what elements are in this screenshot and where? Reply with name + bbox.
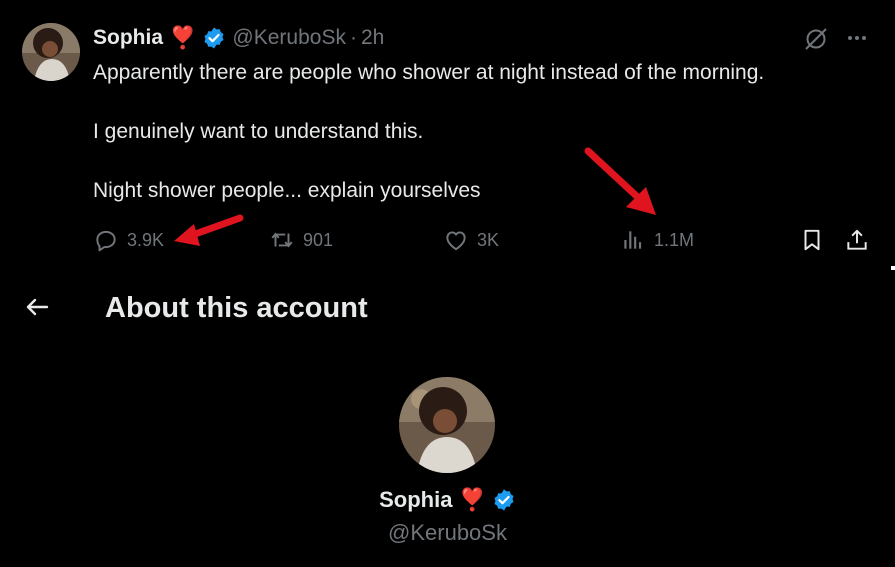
verified-icon [202, 26, 226, 50]
tweet-line-3: Night shower people... explain yourselve… [93, 179, 481, 202]
views-count: 1.1M [654, 229, 695, 250]
bookmark-button[interactable] [799, 226, 825, 254]
repost-button[interactable]: 901 [269, 226, 333, 254]
separator: · [349, 26, 357, 49]
like-button[interactable]: 3K [443, 226, 499, 254]
tweet-line-1: Apparently there are people who shower a… [93, 61, 765, 84]
annotation-arrow-views [584, 147, 656, 215]
profile-name: Sophia [379, 487, 453, 512]
share-button[interactable] [844, 226, 870, 254]
more-icon[interactable] [845, 26, 869, 50]
like-icon [446, 231, 466, 251]
author-handle[interactable]: @KeruboSk [232, 26, 346, 50]
share-icon [847, 229, 867, 250]
heart-exclamation-emoji: ❣️ [458, 487, 486, 512]
tweet-header: Sophia ❣️ @KeruboSk · 2h [93, 26, 384, 50]
views-icon [624, 231, 642, 249]
tweet[interactable]: Sophia ❣️ @KeruboSk · 2h Apparently ther… [0, 0, 895, 265]
repost-icon [271, 232, 293, 248]
edge-marker [891, 266, 895, 270]
annotation-arrow-replies [174, 214, 244, 246]
heart-exclamation-emoji: ❣️ [169, 25, 197, 50]
author-avatar[interactable] [22, 23, 80, 81]
author-name[interactable]: Sophia [93, 26, 163, 50]
repost-count: 901 [303, 229, 334, 250]
bookmark-icon [804, 229, 820, 251]
views-button[interactable]: 1.1M [620, 226, 694, 254]
about-header: About this account [0, 278, 895, 338]
grok-icon[interactable] [803, 26, 829, 52]
like-count: 3K [477, 229, 500, 250]
reply-button[interactable]: 3.9K [93, 226, 164, 254]
profile-name-row: Sophia ❣️ [0, 487, 895, 513]
reply-icon [96, 230, 116, 252]
tweet-time[interactable]: 2h [361, 26, 384, 50]
tweet-line-2: I genuinely want to understand this. [93, 120, 424, 143]
about-title: About this account [105, 292, 368, 324]
reply-count: 3.9K [127, 229, 165, 250]
profile-avatar[interactable] [399, 377, 495, 473]
back-arrow-icon[interactable] [22, 292, 52, 322]
verified-icon [492, 488, 516, 512]
profile-handle: @KeruboSk [388, 520, 507, 545]
